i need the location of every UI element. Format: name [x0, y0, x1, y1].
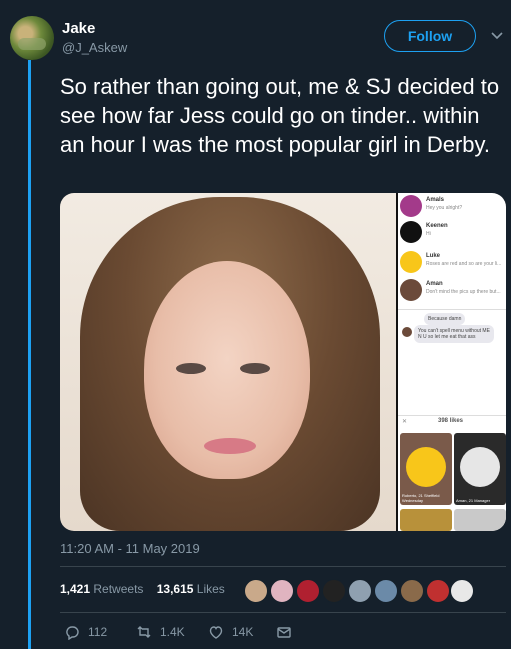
profile-card: [454, 509, 506, 531]
card-label: Aman, 21 Manager: [456, 498, 491, 503]
chat-avatar: [402, 327, 412, 337]
profile-card: Aman, 21 Manager: [454, 433, 506, 505]
avatar[interactable]: [426, 579, 450, 603]
divider: [60, 612, 506, 613]
likes-bar: ✕ 398 likes: [398, 418, 506, 430]
chevron-down-icon[interactable]: [490, 28, 504, 42]
retweets-count[interactable]: 1,421: [60, 582, 90, 596]
likes-label[interactable]: Likes: [197, 582, 225, 596]
chat-avatar: [400, 251, 422, 273]
reply-count: 112: [88, 625, 108, 639]
close-icon: ✕: [402, 419, 408, 425]
envelope-icon: [277, 627, 291, 638]
tweet-header: Jake @J_Askew Follow: [10, 14, 505, 62]
avatar[interactable]: [374, 579, 398, 603]
chat-row: Keenen Hi: [400, 219, 504, 249]
chat-name: Luke: [426, 253, 441, 259]
chat-bubble: Because damn: [424, 313, 466, 325]
user-handle[interactable]: @J_Askew: [62, 40, 127, 55]
like-button[interactable]: 14K: [208, 624, 253, 640]
profile-card: Roberto, 21 Sheffield Wednesday: [400, 433, 452, 505]
chat-message: Don't mind the pics up there but...: [426, 289, 501, 295]
thread-rail: [28, 60, 31, 649]
tweet: Jake @J_Askew Follow So rather than goin…: [0, 0, 511, 649]
divider: [60, 566, 506, 567]
avatar[interactable]: [348, 579, 372, 603]
chat-message: Hi: [426, 231, 431, 237]
like-count: 14K: [232, 625, 254, 639]
avatar[interactable]: [322, 579, 346, 603]
heart-eyes-emoji-icon: [406, 447, 446, 487]
tinder-screenshot: Amals Hey you alright? Keenen Hi Luke Ro…: [398, 193, 506, 531]
user-name[interactable]: Jake: [62, 20, 95, 37]
avatar[interactable]: [244, 579, 268, 603]
chat-avatar: [400, 279, 422, 301]
left-eye: [176, 363, 206, 374]
avatar[interactable]: [270, 579, 294, 603]
chat-name: Amals: [426, 197, 445, 203]
media-image[interactable]: Amals Hey you alright? Keenen Hi Luke Ro…: [60, 193, 506, 531]
right-eye: [240, 363, 270, 374]
direct-message-button[interactable]: [276, 624, 292, 640]
retweet-button[interactable]: 1.4K: [136, 624, 185, 640]
retweet-count: 1.4K: [160, 625, 185, 639]
chat-message: Roses are red and so are your li...: [426, 261, 502, 267]
tweet-text: So rather than going out, me & SJ decide…: [60, 74, 500, 157]
chat-row: Aman Don't mind the pics up there but...: [400, 277, 504, 307]
reply-button[interactable]: 112: [64, 624, 107, 640]
profile-card: [400, 509, 452, 531]
portrait-photo: [60, 193, 396, 531]
avatar[interactable]: [450, 579, 474, 603]
chat-row: Luke Roses are red and so are your li...: [400, 249, 504, 279]
retweet-icon: [137, 626, 151, 638]
chat-avatar: [400, 221, 422, 243]
chat-avatar: [400, 195, 422, 217]
likes-count[interactable]: 13,615: [157, 582, 194, 596]
avatar[interactable]: [400, 579, 424, 603]
heart-icon: [209, 626, 223, 639]
divider: [398, 415, 506, 416]
chat-name: Aman: [426, 281, 443, 287]
chat-name: Keenen: [426, 223, 448, 229]
divider: [398, 309, 506, 310]
retweets-label[interactable]: Retweets: [93, 582, 143, 596]
chat-bubble: You can't spell menu without ME N U so l…: [414, 325, 494, 343]
follow-button[interactable]: Follow: [384, 20, 476, 52]
avatar[interactable]: [296, 579, 320, 603]
chat-message: Hey you alright?: [426, 205, 463, 211]
ghost-emoji-icon: [460, 447, 500, 487]
likes-count-label: 398 likes: [438, 418, 464, 424]
engagement-stats: 1,421 Retweets 13,615 Likes: [60, 582, 225, 602]
reply-icon: [66, 626, 79, 640]
avatar[interactable]: [10, 16, 54, 60]
lips: [204, 438, 256, 454]
card-label: Roberto, 21 Sheffield Wednesday: [402, 493, 440, 503]
timestamp[interactable]: 11:20 AM - 11 May 2019: [60, 541, 200, 556]
